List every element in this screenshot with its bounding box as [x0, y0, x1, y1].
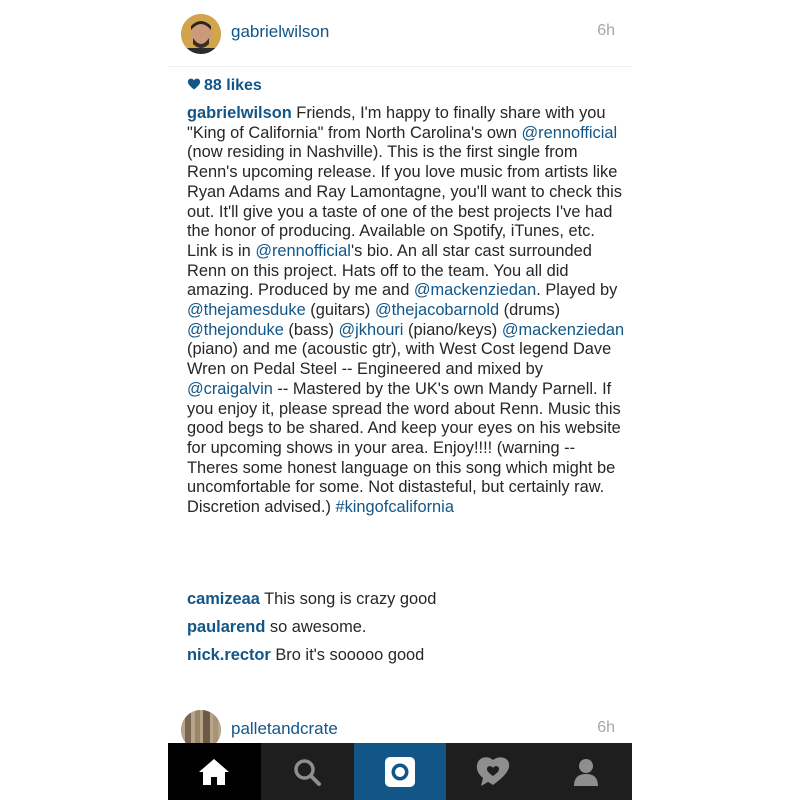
- tab-home[interactable]: [168, 743, 261, 800]
- mention-link[interactable]: @rennofficial: [255, 242, 351, 260]
- mention-link[interactable]: @rennofficial: [522, 124, 618, 142]
- post-caption: gabrielwilson Friends, I'm happy to fina…: [187, 104, 627, 518]
- feed-screen: gabrielwilson 6h 88 likes gabrielwilson …: [168, 0, 632, 800]
- caption-text: (drums): [499, 301, 561, 320]
- search-icon: [294, 758, 322, 786]
- comment: paularend so awesome.: [187, 618, 366, 637]
- mention-link[interactable]: @thejamesduke: [187, 301, 306, 319]
- post-username[interactable]: gabrielwilson: [231, 22, 329, 42]
- tab-search[interactable]: [261, 743, 354, 800]
- camera-icon: [384, 756, 415, 787]
- tab-activity[interactable]: [446, 743, 539, 800]
- tab-camera[interactable]: [353, 743, 447, 800]
- mention-link[interactable]: @thejonduke: [187, 321, 284, 339]
- divider: [168, 66, 632, 67]
- like-count[interactable]: 88 likes: [187, 77, 262, 95]
- comment-username[interactable]: paularend: [187, 618, 265, 636]
- comment-username[interactable]: nick.rector: [187, 646, 271, 664]
- comment-text: This song is crazy good: [259, 590, 437, 608]
- caption-text: (piano) and me (acoustic gtr), with West…: [187, 340, 612, 379]
- tab-profile[interactable]: [539, 743, 632, 800]
- comment-text: so awesome.: [265, 618, 367, 636]
- caption-text: (bass): [283, 320, 339, 339]
- caption-text: (piano/keys): [403, 320, 502, 339]
- comment: nick.rector Bro it's sooooo good: [187, 646, 424, 665]
- post-timestamp: 6h: [597, 22, 615, 39]
- home-icon: [199, 758, 230, 785]
- caption-text: . Played by: [536, 281, 618, 300]
- mention-link[interactable]: @craigalvin: [187, 380, 273, 398]
- bottom-tab-bar: [168, 743, 632, 800]
- caption-text: (guitars): [305, 301, 375, 320]
- comment-username[interactable]: camizeaa: [187, 590, 260, 608]
- comment: camizeaa This song is crazy good: [187, 590, 436, 609]
- mention-link[interactable]: @thejacobarnold: [375, 301, 499, 319]
- mention-link[interactable]: @mackenziedan: [414, 281, 536, 299]
- next-post-username[interactable]: palletandcrate: [231, 719, 338, 739]
- mention-link[interactable]: @mackenziedan: [502, 321, 624, 339]
- caption-text: -- Mastered by the UK's own Mandy Parnel…: [187, 379, 621, 517]
- avatar[interactable]: [181, 14, 221, 54]
- profile-icon: [573, 758, 598, 786]
- likes-label: 88 likes: [204, 77, 262, 94]
- comment-text: Bro it's sooooo good: [270, 646, 425, 664]
- caption-username[interactable]: gabrielwilson: [187, 104, 292, 122]
- next-post-timestamp: 6h: [597, 719, 615, 736]
- mention-link[interactable]: @jkhouri: [339, 321, 404, 339]
- hashtag-link[interactable]: #kingofcalifornia: [335, 498, 453, 516]
- activity-heart-icon: [476, 756, 509, 786]
- next-post-header: palletandcrate 6h: [168, 706, 632, 750]
- heart-icon: [187, 78, 201, 90]
- post-header: gabrielwilson 6h: [168, 0, 632, 66]
